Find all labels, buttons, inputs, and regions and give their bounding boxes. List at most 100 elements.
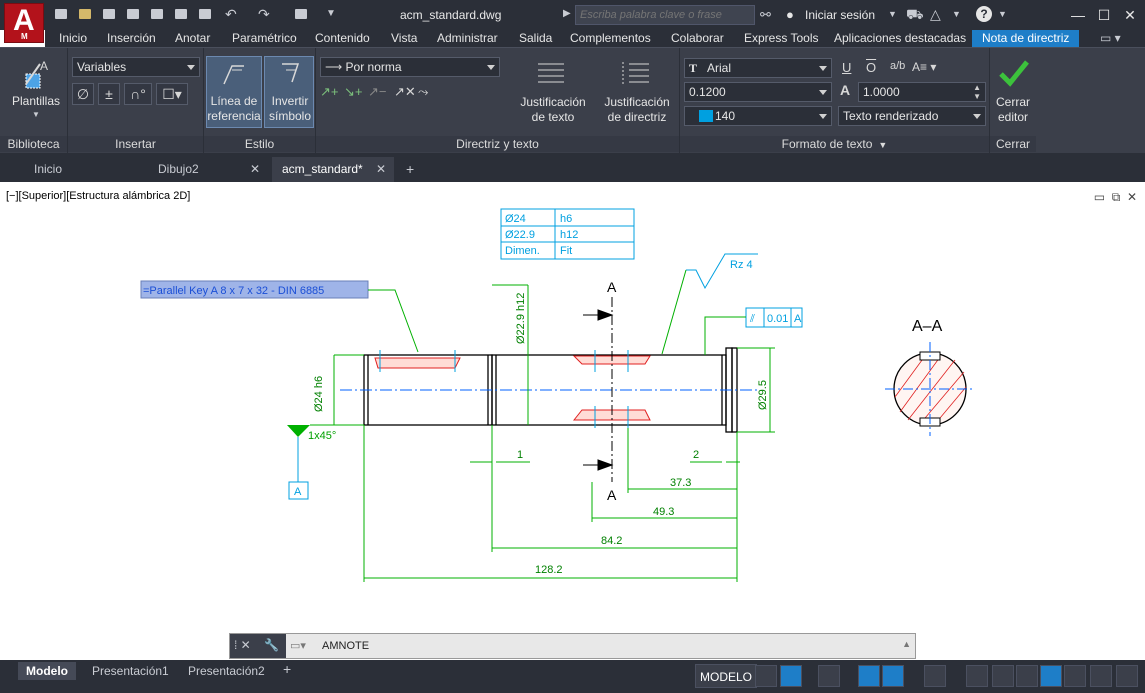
command-line[interactable]: ⁞ ✕ 🔧 ▭▾ ▲ (229, 633, 916, 659)
layout-tab-presentacion1[interactable]: Presentación1 (84, 662, 177, 680)
leader-break-icon[interactable]: ⤳ (418, 84, 440, 102)
tab-insercion[interactable]: Inserción (107, 30, 156, 47)
drawing-canvas[interactable]: [−][Superior][Estructura alámbrica 2D] ▭… (0, 182, 1145, 660)
osnap-icon[interactable] (882, 665, 904, 687)
open-folder-icon[interactable] (78, 7, 92, 21)
plus-minus-icon[interactable]: ± (98, 83, 120, 105)
spinner-icon[interactable]: ▲ ▼ (973, 83, 981, 101)
layout-tab-modelo[interactable]: Modelo (18, 662, 76, 680)
connect-dropdown-icon[interactable]: ▼ (952, 9, 961, 19)
degree-symbol-icon[interactable]: ∩° (124, 83, 152, 105)
close-cmd-icon[interactable]: ⁞ ✕ (234, 638, 251, 652)
workspace-icon[interactable] (1090, 665, 1112, 687)
grid-icon[interactable] (755, 665, 777, 687)
maximize-button[interactable]: ☐ (1092, 4, 1116, 26)
add-leader-icon[interactable]: ↗+ (320, 84, 342, 102)
width-factor-input[interactable]: 1.0000 ▲ ▼ (858, 82, 986, 102)
ribbon-options-icon[interactable]: ▭ ▾ (1100, 30, 1121, 47)
tab-aplicaciones[interactable]: Aplicaciones destacadas (834, 30, 966, 47)
font-combo[interactable]: T Arial (684, 58, 832, 78)
new-file-icon[interactable] (54, 7, 68, 21)
frame-icon[interactable]: ☐▾ (156, 83, 188, 105)
tab-contenido[interactable]: Contenido (315, 30, 370, 47)
customize-status-icon[interactable] (1116, 665, 1138, 687)
search-expand-icon[interactable]: ▶ (563, 8, 571, 19)
command-input[interactable] (322, 637, 892, 655)
undo-icon[interactable]: ↶ (225, 7, 239, 21)
polar-icon[interactable] (858, 665, 880, 687)
overline-icon[interactable]: O (866, 60, 876, 75)
save-icon[interactable] (102, 7, 116, 21)
qa-dropdown-icon[interactable]: ▼ (326, 7, 340, 21)
new-tab-icon[interactable]: + (406, 161, 414, 177)
leader-justify-label-1[interactable]: Justificación (598, 95, 676, 110)
case-icon[interactable]: A≡ ▾ (912, 60, 936, 74)
doc-tab-inicio[interactable]: Inicio (24, 157, 144, 182)
tab-inicio[interactable]: Inicio (59, 30, 87, 47)
close-editor-label-1[interactable]: Cerrar (990, 95, 1036, 110)
checkmark-icon[interactable] (998, 58, 1030, 88)
command-history-icon[interactable]: ▲ (902, 639, 911, 649)
tab-anotar[interactable]: Anotar (175, 30, 210, 47)
close-tab-icon[interactable]: ✕ (250, 157, 260, 182)
tab-colaborar[interactable]: Colaborar (671, 30, 724, 47)
templates-button[interactable]: Plantillas (6, 94, 66, 109)
search-box[interactable] (575, 5, 755, 25)
binoculars-icon[interactable]: ⚯ (760, 7, 776, 22)
tab-complementos[interactable]: Complementos (570, 30, 651, 47)
model-space-button[interactable]: MODELO (695, 664, 758, 688)
remove-leader-icon[interactable]: ↗− (368, 84, 390, 102)
layout-tab-presentacion2[interactable]: Presentación2 (180, 662, 273, 680)
minimize-button[interactable]: — (1066, 4, 1090, 26)
render-combo[interactable]: Texto renderizado (838, 106, 986, 126)
close-window-button[interactable]: ✕ (1118, 4, 1142, 26)
signin-dropdown-icon[interactable]: ▼ (888, 9, 897, 19)
redo-icon[interactable]: ↷ (258, 7, 272, 21)
remove-vertex-icon[interactable]: ↗✕ (394, 84, 416, 102)
color-combo[interactable]: 140 (684, 106, 832, 126)
share-icon[interactable] (294, 7, 308, 21)
lock-icon[interactable] (1040, 665, 1062, 687)
text-height-combo[interactable]: 0.1200 (684, 82, 832, 102)
doc-tab-acm-standard[interactable]: acm_standard* ✕ (272, 157, 394, 182)
tab-vista[interactable]: Vista (391, 30, 417, 47)
cloud-save-icon[interactable] (174, 7, 188, 21)
variables-combo[interactable]: Variables (72, 57, 200, 77)
diameter-symbol-icon[interactable]: ∅ (72, 83, 94, 105)
cloud-open-icon[interactable] (150, 7, 164, 21)
add-vertex-icon[interactable]: ↘+ (344, 84, 366, 102)
layers-icon[interactable] (1016, 665, 1038, 687)
templates-icon[interactable]: A (20, 56, 52, 92)
templates-dropdown-icon[interactable]: ▼ (32, 110, 40, 119)
tab-express-tools[interactable]: Express Tools (744, 30, 818, 47)
tab-nota-de-directriz[interactable]: Nota de directriz (972, 30, 1080, 47)
close-tab-icon[interactable]: ✕ (376, 157, 386, 182)
leader-justify-label-2[interactable]: de directriz (598, 110, 676, 125)
stack-icon[interactable]: a/b (890, 60, 905, 72)
leader-note-text[interactable]: =Parallel Key A 8 x 7 x 32 - DIN 6885 (143, 285, 324, 297)
app-menu-button[interactable]: A M (4, 3, 44, 43)
close-editor-label-2[interactable]: editor (990, 110, 1036, 125)
tab-parametrico[interactable]: Paramétrico (232, 30, 297, 47)
cart-icon[interactable]: ⛟ (906, 6, 924, 25)
search-input[interactable] (576, 6, 754, 24)
print-icon[interactable] (198, 7, 212, 21)
text-justify-label-2[interactable]: de texto (516, 110, 590, 125)
command-icon[interactable]: ▭▾ (290, 639, 306, 652)
help-icon[interactable]: ? (976, 6, 992, 22)
text-justify-label-1[interactable]: Justificación (516, 95, 590, 110)
ortho-icon[interactable] (818, 665, 840, 687)
isolate-icon[interactable] (1064, 665, 1086, 687)
command-line-grip[interactable]: ⁞ ✕ 🔧 (230, 634, 286, 658)
help-dropdown-icon[interactable]: ▼ (998, 9, 1007, 19)
plus-icon[interactable] (966, 665, 988, 687)
snap-cursor-icon[interactable] (992, 665, 1014, 687)
add-layout-icon[interactable]: + (283, 661, 291, 677)
tab-salida[interactable]: Salida (519, 30, 552, 47)
signin-link[interactable]: Iniciar sesión (805, 8, 875, 22)
customize-icon[interactable]: 🔧 (264, 638, 279, 652)
snap-icon[interactable] (780, 665, 802, 687)
doc-tab-dibujo2[interactable]: Dibujo2 ✕ (148, 157, 268, 182)
underline-icon[interactable]: U (842, 60, 851, 75)
formato-expand-icon[interactable]: ▼ (878, 140, 887, 150)
